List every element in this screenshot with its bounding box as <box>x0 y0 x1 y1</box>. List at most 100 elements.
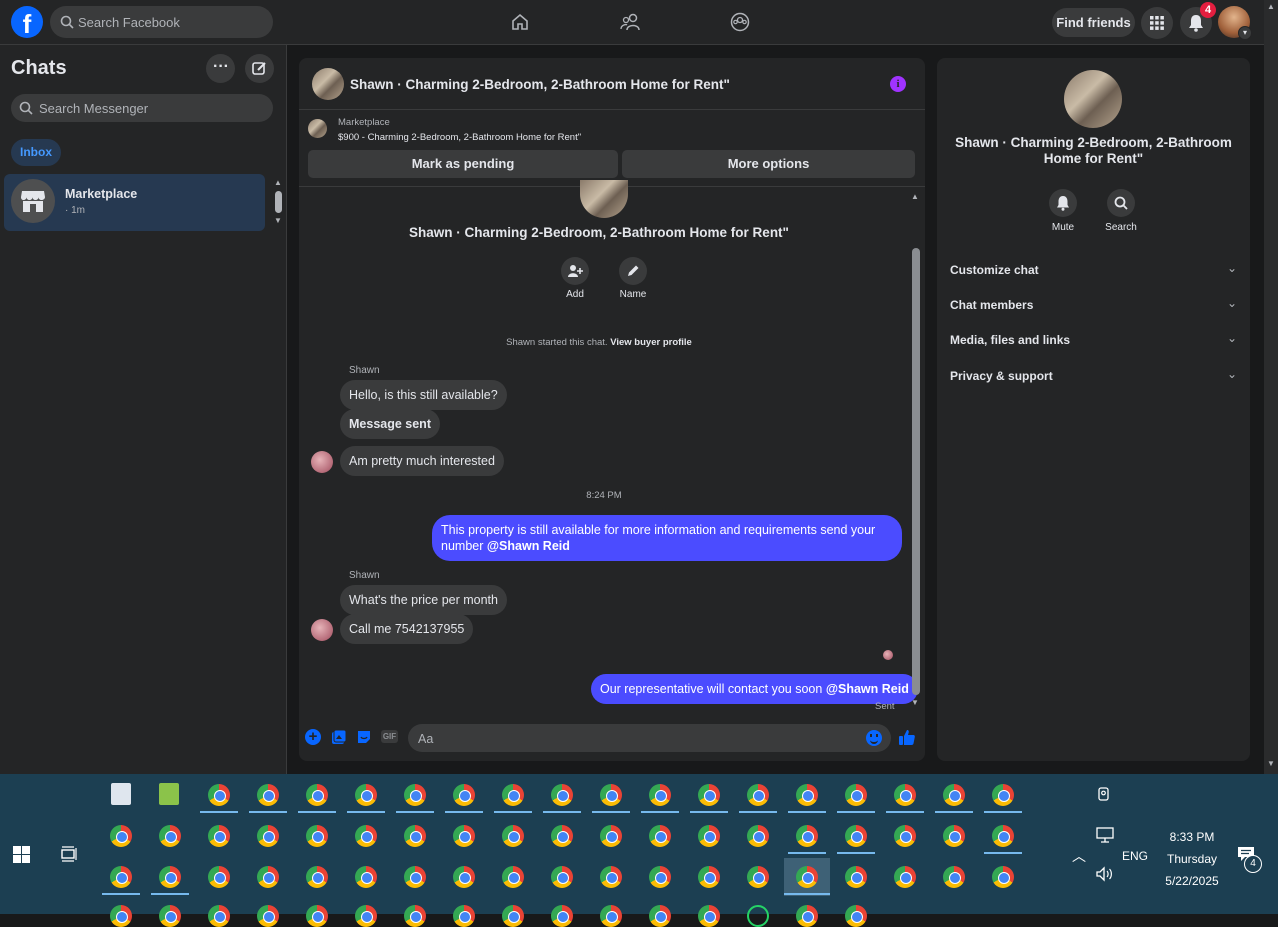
chrome-icon[interactable] <box>894 866 916 888</box>
chrome-icon[interactable] <box>747 784 769 806</box>
photo-icon[interactable] <box>331 729 347 745</box>
chrome-icon[interactable] <box>649 784 671 806</box>
chat-members-section[interactable]: Chat members ⌄ <box>950 296 1237 316</box>
chrome-icon[interactable] <box>845 825 867 847</box>
mention-link[interactable]: @Shawn Reid <box>826 682 909 696</box>
chrome-icon[interactable] <box>992 866 1014 888</box>
scroll-down-icon[interactable]: ▼ <box>274 216 282 225</box>
chat-header-title[interactable]: Shawn · Charming 2-Bedroom, 2-Bathroom H… <box>350 77 730 92</box>
chrome-icon[interactable] <box>110 825 132 847</box>
incoming-message[interactable]: Call me 7542137955 <box>340 614 474 644</box>
chrome-icon[interactable] <box>649 905 671 927</box>
chrome-icon[interactable] <box>796 905 818 927</box>
chrome-icon[interactable] <box>306 905 328 927</box>
chrome-icon[interactable] <box>159 866 181 888</box>
chrome-icon[interactable] <box>404 905 426 927</box>
chrome-icon[interactable] <box>747 825 769 847</box>
chrome-icon[interactable] <box>110 905 132 927</box>
chrome-icon[interactable] <box>747 866 769 888</box>
chrome-icon[interactable] <box>698 866 720 888</box>
incoming-message[interactable]: Message sent <box>340 409 440 439</box>
groups-icon[interactable] <box>730 12 750 32</box>
chrome-icon[interactable] <box>453 825 475 847</box>
chrome-icon[interactable] <box>943 825 965 847</box>
view-buyer-profile-link[interactable]: View buyer profile <box>610 337 692 348</box>
chrome-icon[interactable] <box>600 866 622 888</box>
media-files-links-section[interactable]: Media, files and links ⌄ <box>950 331 1237 351</box>
chrome-icon[interactable] <box>159 825 181 847</box>
search-messenger-input[interactable]: Search Messenger <box>11 94 273 122</box>
whatsapp-icon[interactable] <box>747 905 769 927</box>
search-facebook-input[interactable]: Search Facebook <box>50 6 273 38</box>
chrome-icon[interactable] <box>355 784 377 806</box>
friends-icon[interactable] <box>620 12 642 32</box>
chrome-icon[interactable] <box>894 825 916 847</box>
chrome-icon[interactable] <box>845 866 867 888</box>
chat-scrollbar-thumb[interactable] <box>912 248 920 695</box>
gif-icon[interactable]: GIF <box>381 730 398 743</box>
privacy-support-section[interactable]: Privacy & support ⌄ <box>950 367 1237 387</box>
chrome-icon[interactable] <box>551 825 573 847</box>
chrome-icon[interactable] <box>600 905 622 927</box>
chrome-icon[interactable] <box>698 825 720 847</box>
chrome-icon[interactable] <box>796 784 818 806</box>
shawn-avatar[interactable] <box>311 451 333 473</box>
shawn-avatar[interactable] <box>311 619 333 641</box>
network-icon[interactable] <box>1096 827 1114 843</box>
conversation-item-marketplace[interactable]: Marketplace · 1m <box>4 174 265 231</box>
app-icon[interactable] <box>111 783 131 805</box>
account-chevron-icon[interactable]: ▾ <box>1238 26 1252 40</box>
clock[interactable]: 8:33 PM Thursday 5/22/2025 <box>1152 826 1232 892</box>
listing-title[interactable]: $900 - Charming 2-Bedroom, 2-Bathroom Ho… <box>338 132 581 143</box>
chrome-icon[interactable] <box>208 866 230 888</box>
language-indicator[interactable]: ENG <box>1122 849 1148 863</box>
chrome-icon[interactable] <box>502 905 524 927</box>
chrome-icon[interactable] <box>404 825 426 847</box>
scroll-up-icon[interactable]: ▲ <box>911 192 919 201</box>
scroll-up-icon[interactable]: ▲ <box>274 178 282 187</box>
sidebar-scrollbar-thumb[interactable] <box>275 191 282 213</box>
chrome-icon[interactable] <box>845 784 867 806</box>
chrome-icon[interactable] <box>306 866 328 888</box>
chrome-icon[interactable] <box>453 866 475 888</box>
chrome-icon[interactable] <box>355 905 377 927</box>
plus-icon[interactable]: + <box>305 729 321 745</box>
more-options-button[interactable]: More options <box>622 150 915 178</box>
outgoing-message[interactable]: Our representative will contact you soon… <box>591 674 918 704</box>
chrome-icon[interactable] <box>551 866 573 888</box>
chrome-icon[interactable] <box>404 784 426 806</box>
customize-chat-section[interactable]: Customize chat ⌄ <box>950 261 1237 281</box>
facebook-logo-icon[interactable]: f <box>11 6 43 38</box>
chrome-icon[interactable] <box>845 905 867 927</box>
new-message-button[interactable] <box>245 54 274 83</box>
menu-button[interactable] <box>1141 7 1173 39</box>
search-conversation-button[interactable] <box>1107 189 1135 217</box>
chrome-icon[interactable] <box>551 905 573 927</box>
app-icon[interactable] <box>159 783 179 805</box>
scroll-down-icon[interactable]: ▼ <box>1267 759 1275 768</box>
sticker-icon[interactable] <box>356 729 372 745</box>
chrome-icon[interactable] <box>208 825 230 847</box>
chrome-icon[interactable] <box>159 905 181 927</box>
chrome-icon[interactable] <box>992 784 1014 806</box>
chrome-icon[interactable] <box>649 866 671 888</box>
chrome-icon[interactable] <box>600 784 622 806</box>
volume-icon[interactable] <box>1096 866 1114 882</box>
task-view-icon[interactable] <box>61 846 79 862</box>
chrome-icon[interactable] <box>502 784 524 806</box>
chrome-icon[interactable] <box>110 866 132 888</box>
chrome-icon[interactable] <box>992 825 1014 847</box>
chrome-icon[interactable] <box>551 784 573 806</box>
scroll-up-icon[interactable]: ▲ <box>1267 2 1275 11</box>
find-friends-button[interactable]: Find friends <box>1052 8 1135 37</box>
chrome-icon[interactable] <box>306 784 328 806</box>
chrome-icon[interactable] <box>257 866 279 888</box>
chrome-icon[interactable] <box>649 825 671 847</box>
home-icon[interactable] <box>510 12 530 32</box>
thumbs-up-icon[interactable] <box>898 728 916 746</box>
chrome-icon[interactable] <box>355 866 377 888</box>
incoming-message[interactable]: Hello, is this still available? <box>340 380 507 410</box>
chrome-icon[interactable] <box>257 905 279 927</box>
chrome-icon[interactable] <box>943 866 965 888</box>
message-composer-input[interactable]: Aa <box>408 724 891 752</box>
